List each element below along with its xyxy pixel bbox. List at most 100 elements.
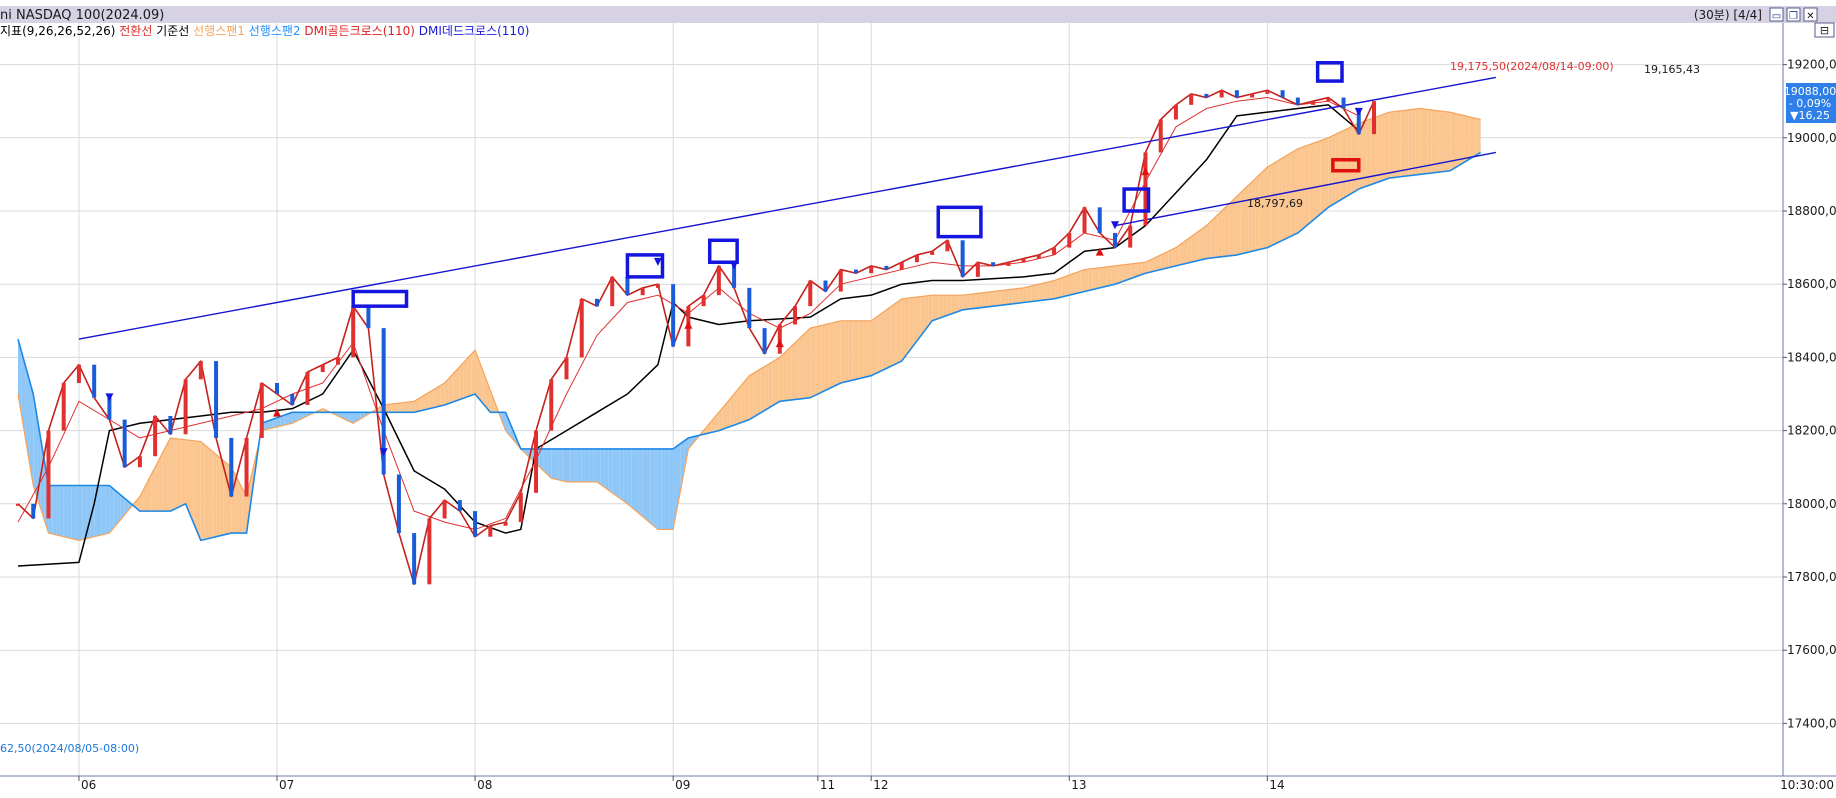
- cloud-segment: [909, 297, 914, 351]
- cloud-segment: [193, 440, 198, 532]
- cloud-segment: [1465, 115, 1470, 162]
- cloud-segment: [1255, 174, 1260, 251]
- cloud-segment: [1076, 270, 1081, 294]
- cloud-segment: [1415, 108, 1420, 175]
- cloud-segment: [52, 485, 57, 535]
- price-candle: [960, 240, 965, 277]
- x-tick-label: 09: [675, 778, 690, 792]
- legend-item[interactable]: DMI데드크로스(110): [415, 24, 529, 38]
- cloud-segment: [1202, 225, 1207, 260]
- cloud-segment: [806, 328, 811, 399]
- cloud-segment: [608, 448, 613, 493]
- cloud-segment: [855, 320, 860, 380]
- price-candle: [716, 265, 721, 296]
- price-candle: [655, 284, 660, 288]
- legend-item[interactable]: 선행스팬2: [245, 23, 301, 38]
- cloud-segment: [932, 295, 936, 321]
- legend-item[interactable]: 전환선: [115, 24, 152, 38]
- cloud-segment: [551, 448, 556, 480]
- y-axis[interactable]: 19200,00 19000,00 18800,00 18600,00 18400,00…: [1783, 58, 1836, 731]
- cloud-segment: [166, 437, 171, 512]
- cloud-segment: [981, 292, 986, 308]
- cloud-segment: [1092, 268, 1096, 290]
- cloud-segment: [1004, 289, 1009, 305]
- cloud-segment: [1015, 288, 1020, 304]
- price-candle: [838, 269, 843, 292]
- cloud-segment: [1035, 284, 1039, 302]
- cloud-segment: [212, 451, 217, 538]
- cloud-segment: [1217, 211, 1222, 258]
- cloud-segment: [387, 404, 392, 413]
- cloud-segment: [654, 448, 658, 530]
- legend-item[interactable]: 기준선: [152, 24, 189, 38]
- cloud-segment: [1450, 112, 1454, 171]
- price-candle: [518, 492, 523, 523]
- cloud-segment: [958, 295, 963, 312]
- cloud-segment: [1183, 239, 1188, 265]
- cloud-segment: [1194, 231, 1199, 262]
- price-candle: [396, 474, 401, 534]
- cloud-segment: [197, 441, 201, 541]
- legend-item[interactable]: 지표(9,26,26,52,26): [0, 24, 115, 38]
- price-candle: [671, 284, 676, 347]
- cloud-segment: [1080, 269, 1085, 293]
- cloud-segment: [825, 323, 830, 391]
- cloud-segment: [185, 439, 190, 513]
- cloud-segment: [616, 448, 620, 499]
- cloud-segment: [1095, 267, 1100, 289]
- x-tick-label: 14: [1269, 778, 1284, 792]
- cloud-segment: [402, 402, 407, 413]
- cloud-segment: [1396, 110, 1401, 178]
- high-annotation: 19,175,50(2024/08/14-09:00): [1450, 60, 1614, 73]
- price-candle: [823, 280, 828, 292]
- cloud-segment: [745, 375, 750, 421]
- price-candle: [503, 522, 508, 526]
- y-tick-label: 19200,00: [1787, 58, 1836, 72]
- x-axis[interactable]: 06 07 08 09 11 12 13 14: [78, 776, 1285, 792]
- cloud-segment: [547, 448, 552, 479]
- price-candle: [914, 254, 919, 263]
- cloud-segment: [977, 292, 982, 308]
- cloud-segment: [162, 445, 167, 512]
- legend-item[interactable]: 선행스팬1: [189, 23, 245, 38]
- current-change: ▼16,25: [1790, 109, 1830, 122]
- cloud-segment: [1393, 111, 1397, 178]
- cloud-segment: [1385, 112, 1390, 180]
- cloud-segment: [1164, 251, 1169, 269]
- cloud-segment: [1179, 242, 1184, 265]
- cloud-segment: [642, 448, 647, 520]
- cloud-segment: [1457, 114, 1462, 167]
- price-candle: [16, 503, 20, 506]
- cloud-segment: [1103, 266, 1108, 287]
- cloud-segment: [1259, 170, 1264, 250]
- x-tick-label: 06: [81, 778, 96, 792]
- trendline-label-1: 18,797,69: [1247, 197, 1303, 210]
- price-candle: [1021, 258, 1026, 263]
- price-candle: [1295, 97, 1300, 105]
- legend-item[interactable]: DMI골든크로스(110): [301, 24, 415, 38]
- cloud-segment: [795, 339, 799, 400]
- cloud-segment: [943, 295, 948, 317]
- price-candle: [427, 518, 432, 585]
- cloud-segment: [1324, 137, 1329, 211]
- cloud-segment: [109, 485, 114, 534]
- y-tick-label: 18600,00: [1787, 277, 1836, 291]
- cloud-segment: [1099, 267, 1104, 288]
- cloud-segment: [1008, 289, 1013, 305]
- plot-area[interactable]: [0, 23, 1783, 776]
- y-tick-label: 19000,00: [1787, 131, 1836, 145]
- price-candle: [853, 269, 858, 274]
- indicator-legend[interactable]: 지표(9,26,26,52,26) 전환선 기준선 선행스팬1 선행스팬2 DM…: [0, 23, 529, 38]
- cloud-segment: [177, 438, 182, 508]
- cloud-segment: [604, 448, 609, 491]
- cloud-segment: [208, 447, 213, 539]
- price-candle: [488, 525, 493, 537]
- x-tick-label: 13: [1071, 778, 1086, 792]
- cloud-segment: [920, 296, 925, 336]
- cloud-segment: [238, 481, 243, 534]
- y-tick-label: 18400,00: [1787, 350, 1836, 364]
- cloud-segment: [829, 322, 834, 389]
- cloud-segment: [1229, 200, 1234, 256]
- cloud-segment: [593, 448, 597, 482]
- cloud-segment: [581, 448, 586, 482]
